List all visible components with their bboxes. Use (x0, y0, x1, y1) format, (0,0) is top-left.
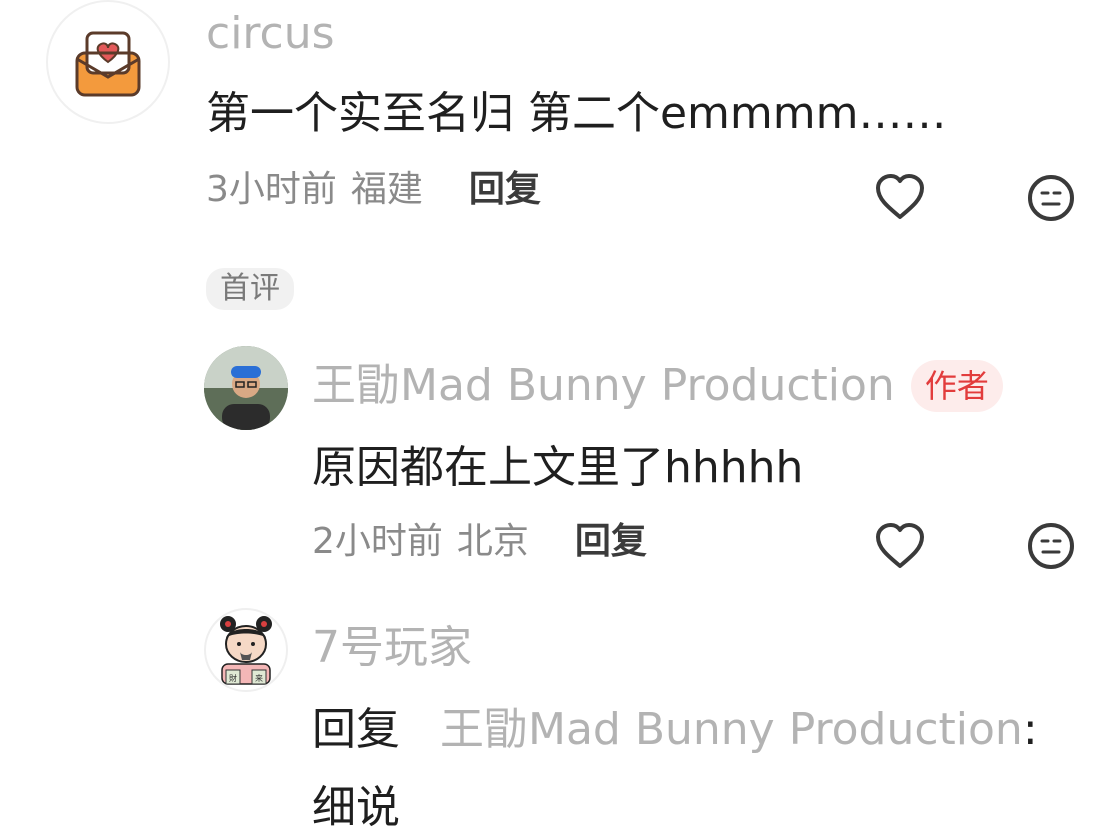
like-button[interactable] (873, 521, 927, 571)
comment-time: 3小时前 (206, 169, 337, 210)
reply-colon: : (1022, 704, 1038, 755)
dislike-button[interactable] (1025, 520, 1077, 572)
comment-location: 北京 (456, 521, 529, 562)
author-badge: 作者 (910, 360, 1003, 412)
heart-icon (876, 523, 924, 568)
comment-meta: 2小时前 北京 回复 (312, 524, 647, 560)
comment-username[interactable]: 王勖Mad Bunny Production (312, 364, 895, 408)
comment-text: 第一个实至名归 第二个emmmm…… (206, 88, 947, 139)
comment-meta: 3小时前 福建 回复 (206, 172, 541, 208)
avatar-tile-left: 財 (229, 673, 237, 683)
cartoon-avatar-icon: 財 来 (220, 616, 272, 685)
first-comment-tag: 首评 (206, 268, 294, 310)
avatar-author[interactable] (204, 346, 288, 430)
comment-location: 福建 (350, 169, 423, 210)
mail-heart-icon (75, 31, 141, 97)
heart-icon (876, 174, 924, 219)
comment-text: 原因都在上文里了hhhhh (312, 442, 804, 493)
reply-button[interactable]: 回复 (575, 524, 647, 560)
comment-username[interactable]: circus (206, 12, 335, 56)
comment-username[interactable]: 7号玩家 (312, 626, 472, 670)
comment-text: 细说 (312, 782, 400, 833)
reply-target-name[interactable]: 王勖Mad Bunny Production (440, 704, 1023, 755)
author-name-row: 王勖Mad Bunny Production 作者 (312, 360, 1003, 412)
dislike-button[interactable] (1025, 172, 1077, 224)
avatar-tile-right: 来 (255, 674, 263, 683)
avatar-circus[interactable] (46, 0, 170, 124)
reply-prefix: 回复 (312, 704, 400, 755)
like-button[interactable] (873, 172, 927, 222)
neutral-face-icon (1028, 175, 1074, 221)
reply-button[interactable]: 回复 (469, 172, 541, 208)
comment-time: 2小时前 (312, 521, 443, 562)
avatar-photo-icon (204, 346, 288, 430)
reply-line: 回复 王勖Mad Bunny Production: (312, 708, 1038, 752)
avatar-player7[interactable]: 財 来 (204, 608, 288, 692)
neutral-face-icon (1028, 523, 1074, 569)
